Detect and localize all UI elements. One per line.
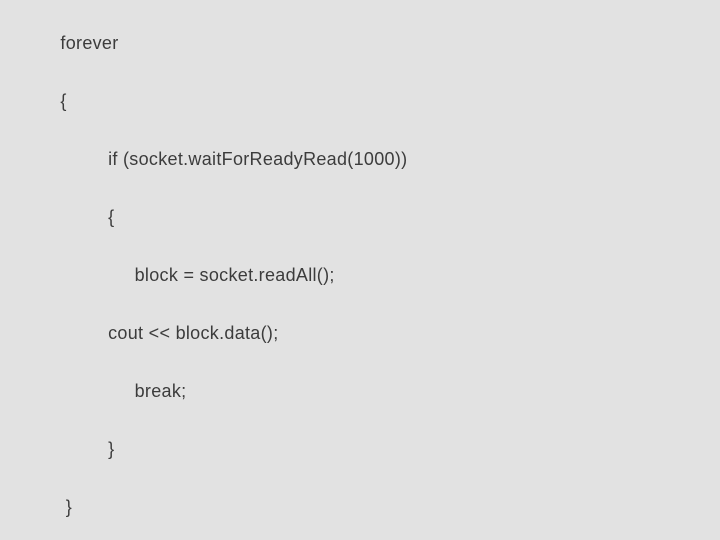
code-line: if (socket.waitForReadyRead(1000)) bbox=[18, 150, 720, 168]
code-line: { bbox=[18, 92, 720, 110]
code-line: } bbox=[18, 498, 720, 516]
code-block: forever { if (socket.waitForReadyRead(10… bbox=[0, 0, 720, 540]
code-line: } bbox=[18, 440, 720, 458]
code-line: block = socket.readAll(); bbox=[18, 266, 720, 284]
code-line: break; bbox=[18, 382, 720, 400]
code-line: forever bbox=[18, 34, 720, 52]
code-line: cout << block.data(); bbox=[18, 324, 720, 342]
code-line: { bbox=[18, 208, 720, 226]
